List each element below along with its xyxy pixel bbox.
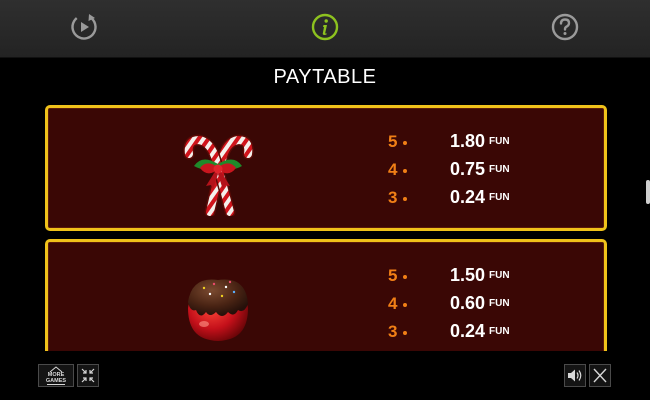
paytable-card-chocolate-apple: 5 1.50 FUN 4 0.60 FUN 3 0.24 FUN — [45, 239, 607, 351]
bullet — [403, 197, 407, 201]
info-button[interactable] — [310, 12, 340, 42]
currency-label: FUN — [489, 136, 510, 147]
replay-button[interactable] — [69, 12, 99, 42]
top-bar — [0, 0, 650, 58]
bullet — [403, 141, 407, 145]
payout-row: 4 0.60 FUN — [388, 292, 588, 320]
payout-row: 4 0.75 FUN — [388, 158, 588, 186]
paytable-title: PAYTABLE — [273, 66, 377, 88]
symbol-count: 5 — [388, 266, 398, 285]
scrollbar-thumb[interactable] — [646, 180, 650, 204]
candy-cane-icon — [180, 120, 256, 216]
payout-list: 5 1.50 FUN 4 0.60 FUN 3 0.24 FUN — [388, 264, 588, 348]
payout-list: 5 1.80 FUN 4 0.75 FUN 3 0.24 FUN — [388, 130, 588, 214]
payout-value: 0.24 — [450, 321, 486, 341]
exit-fullscreen-button[interactable] — [77, 364, 99, 387]
payout-value: 1.50 — [450, 265, 486, 285]
symbol-count: 4 — [388, 160, 398, 179]
replay-icon — [71, 14, 97, 40]
currency-label: FUN — [489, 270, 510, 281]
payout-row: 5 1.50 FUN — [388, 264, 588, 292]
symbol-count: 5 — [388, 132, 398, 151]
symbol-count: 3 — [388, 188, 398, 207]
symbol-count: 4 — [388, 294, 398, 313]
payout-value: 0.75 — [450, 159, 486, 179]
chocolate-apple-icon — [180, 254, 256, 350]
info-icon — [311, 13, 339, 41]
underline-icon — [47, 384, 65, 385]
bullet — [403, 275, 407, 279]
payout-value: 0.24 — [450, 187, 486, 207]
help-button[interactable] — [550, 12, 580, 42]
currency-label: FUN — [489, 164, 510, 175]
close-button[interactable] — [589, 364, 611, 387]
sound-button[interactable] — [564, 364, 586, 387]
bullet — [403, 303, 407, 307]
currency-label: FUN — [489, 192, 510, 203]
payout-row: 3 0.24 FUN — [388, 320, 588, 348]
more-games-button[interactable]: MORE GAMES — [38, 364, 74, 387]
bullet — [403, 169, 407, 173]
paytable-list[interactable]: 5 1.80 FUN 4 0.75 FUN 3 0.24 FUN 5 1.50 … — [0, 100, 650, 351]
help-icon — [551, 13, 579, 41]
close-icon — [593, 368, 607, 383]
bullet — [403, 331, 407, 335]
payout-value: 0.60 — [450, 293, 486, 313]
currency-label: FUN — [489, 326, 510, 337]
sound-icon — [568, 369, 582, 382]
payout-row: 5 1.80 FUN — [388, 130, 588, 158]
shrink-icon — [81, 368, 95, 383]
payout-value: 1.80 — [450, 131, 486, 151]
bottom-bar: MORE GAMES — [0, 352, 650, 400]
paytable-card-candy-cane: 5 1.80 FUN 4 0.75 FUN 3 0.24 FUN — [45, 105, 607, 231]
currency-label: FUN — [489, 298, 510, 309]
payout-row: 3 0.24 FUN — [388, 186, 588, 214]
symbol-count: 3 — [388, 322, 398, 341]
